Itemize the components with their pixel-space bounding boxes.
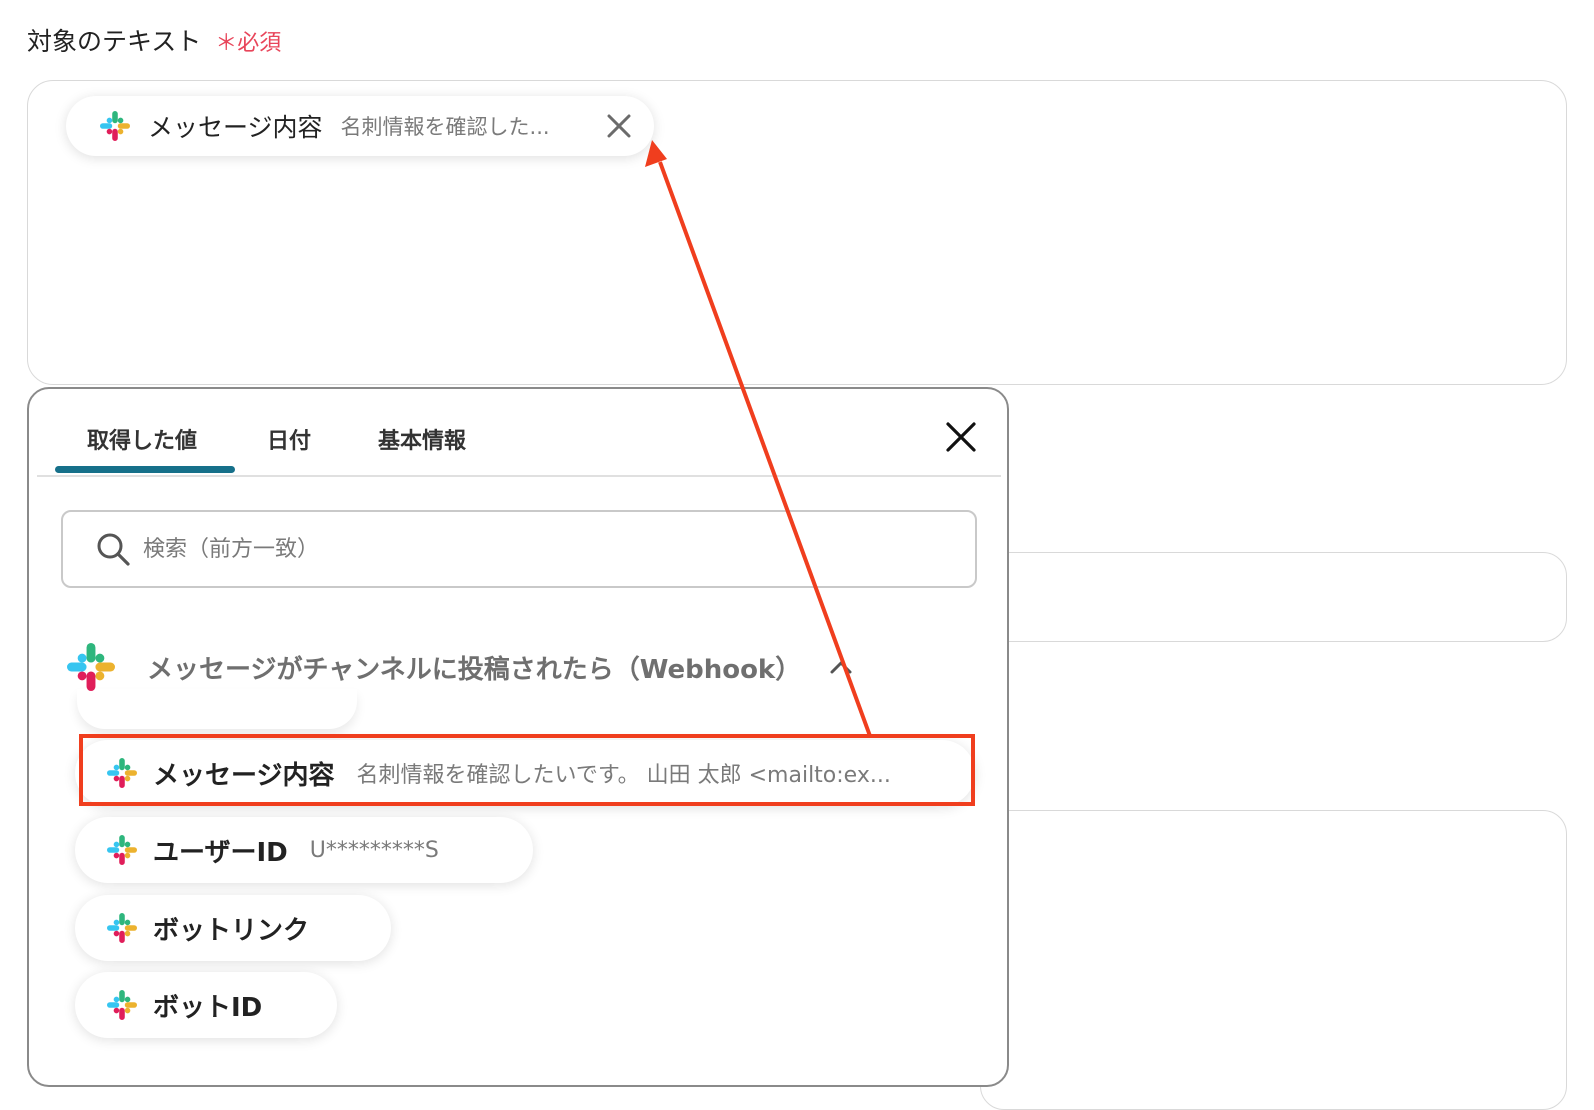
slack-icon bbox=[107, 758, 137, 788]
token-chip-name: メッセージ内容 bbox=[148, 113, 323, 142]
tab-divider bbox=[37, 475, 1001, 477]
slack-icon bbox=[107, 835, 137, 865]
slack-icon bbox=[107, 990, 137, 1020]
field-label: 対象のテキスト ＊必須 bbox=[27, 22, 281, 58]
list-item-name: ボットリンク bbox=[153, 915, 310, 946]
chevron-up-icon[interactable] bbox=[829, 655, 853, 679]
value-picker-popup: 取得した値 日付 基本情報 メッセージがチャンネルに投稿されたら（Webhook… bbox=[27, 387, 1009, 1087]
search-input[interactable] bbox=[141, 535, 925, 563]
slack-icon bbox=[107, 913, 137, 943]
list-item-value: U*********S bbox=[309, 837, 439, 863]
field-label-text: 対象のテキスト bbox=[27, 27, 202, 56]
partially-hidden-item bbox=[77, 689, 357, 729]
tab-basic-info[interactable]: 基本情報 bbox=[378, 423, 466, 455]
tab-date[interactable]: 日付 bbox=[267, 423, 311, 455]
list-item[interactable]: ボットリンク bbox=[75, 895, 391, 961]
trigger-group-title: メッセージがチャンネルに投稿されたら（Webhook） bbox=[147, 654, 802, 685]
list-item-name: ボットID bbox=[153, 992, 263, 1023]
token-chip[interactable]: メッセージ内容 名刺情報を確認した... bbox=[66, 96, 654, 156]
trigger-group-header[interactable]: メッセージがチャンネルに投稿されたら（Webhook） bbox=[67, 643, 853, 691]
list-item-name: メッセージ内容 bbox=[153, 760, 335, 791]
background-field bbox=[980, 552, 1567, 642]
active-tab-indicator bbox=[55, 466, 235, 473]
background-field bbox=[980, 810, 1567, 1110]
list-item[interactable]: メッセージ内容 名刺情報を確認したいです。 山田 太郎 <mailto:ex..… bbox=[75, 740, 975, 806]
tab-acquired-values[interactable]: 取得した値 bbox=[87, 423, 197, 455]
search-icon bbox=[97, 533, 130, 566]
list-item-value: 名刺情報を確認したいです。 山田 太郎 <mailto:ex... bbox=[356, 763, 891, 788]
list-item[interactable]: ボットID bbox=[75, 972, 337, 1038]
list-item-name: ユーザーID bbox=[153, 837, 288, 868]
close-icon[interactable] bbox=[945, 421, 977, 453]
required-mark: ＊必須 bbox=[215, 31, 282, 56]
search-input-box bbox=[61, 510, 977, 588]
slack-icon bbox=[100, 111, 130, 141]
token-chip-value: 名刺情報を確認した... bbox=[340, 115, 550, 139]
slack-icon bbox=[67, 643, 115, 691]
list-item[interactable]: ユーザーID U*********S bbox=[75, 817, 533, 883]
close-icon[interactable] bbox=[606, 113, 632, 139]
